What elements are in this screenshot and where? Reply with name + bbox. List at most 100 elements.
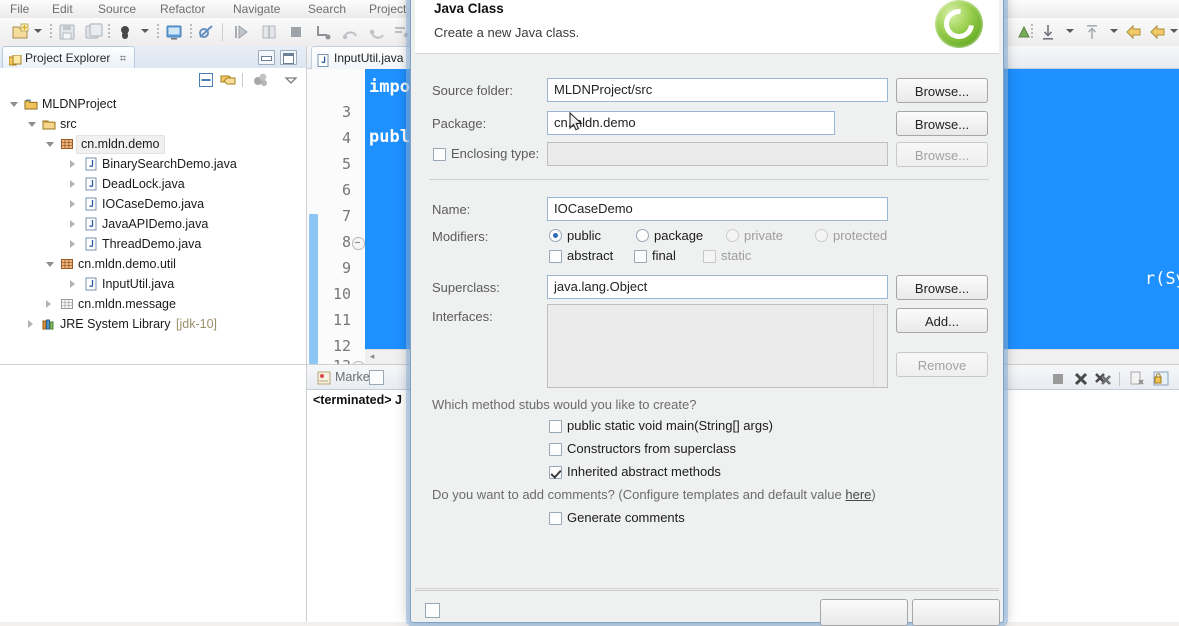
maximize-button[interactable] <box>280 50 297 65</box>
generate-comments-checkbox[interactable] <box>549 512 562 525</box>
scroll-lock-icon[interactable] <box>1152 370 1170 388</box>
interfaces-add-button[interactable]: Add... <box>896 308 988 333</box>
footer-next-button[interactable] <box>912 599 1000 626</box>
left-lower-panel <box>0 364 307 622</box>
toolbar-handle[interactable] <box>108 24 110 40</box>
link-with-editor-icon[interactable] <box>219 71 237 89</box>
source-folder-browse-button[interactable]: Browse... <box>896 78 988 103</box>
source-folder-input[interactable]: MLDNProject/src <box>547 78 888 102</box>
stub-main-checkbox[interactable] <box>549 420 562 433</box>
twisty-closed-icon[interactable] <box>70 240 75 248</box>
tree-item-java-file[interactable]: JavaAPIDemo.java <box>0 214 306 234</box>
close-icon[interactable]: ⌗ <box>120 53 126 65</box>
debug-icon[interactable] <box>115 22 135 42</box>
project-explorer-icon <box>8 52 22 66</box>
remove-launch-icon[interactable] <box>1072 370 1090 388</box>
forward-arrow-icon[interactable] <box>1148 22 1168 42</box>
new-wizard-icon[interactable] <box>10 22 30 42</box>
modifier-protected-radio[interactable] <box>815 229 828 242</box>
menu-item-source[interactable]: Source <box>98 0 136 18</box>
fold-collapse-icon[interactable] <box>352 237 365 250</box>
tree-item-java-file[interactable]: InputUtil.java <box>0 274 306 294</box>
twisty-closed-icon[interactable] <box>70 220 75 228</box>
tree-item-src[interactable]: src <box>0 114 306 134</box>
stub-inherited-checkbox[interactable] <box>549 466 562 479</box>
superclass-browse-button[interactable]: Browse... <box>896 275 988 300</box>
footer-checkbox[interactable] <box>425 603 440 618</box>
code-line: impo <box>369 77 410 97</box>
collapse-all-icon[interactable] <box>197 71 215 89</box>
toolbar-handle[interactable] <box>1031 24 1033 40</box>
package-browse-button[interactable]: Browse... <box>896 111 988 136</box>
tree-item-package-util[interactable]: cn.mldn.demo.util <box>0 254 306 274</box>
remove-all-terminated-icon[interactable] <box>1094 370 1112 388</box>
run-as-icon[interactable] <box>164 22 184 42</box>
scroll-left-icon[interactable]: ◂ <box>367 351 377 362</box>
name-value: IOCaseDemo <box>554 201 633 216</box>
toolbar-handle[interactable] <box>157 24 159 40</box>
twisty-closed-icon[interactable] <box>70 180 75 188</box>
dropdown-arrow-icon[interactable] <box>34 29 42 33</box>
tree-item-package-message[interactable]: cn.mldn.message <box>0 294 306 314</box>
menu-item-project[interactable]: Project <box>369 0 406 18</box>
tab-extra-box[interactable] <box>369 370 384 385</box>
modifier-package-radio[interactable] <box>636 229 649 242</box>
modifier-public-radio[interactable] <box>549 229 562 242</box>
enclosing-type-checkbox[interactable] <box>433 148 446 161</box>
tree-item-jre-library[interactable]: JRE System Library [jdk-10] <box>0 314 306 334</box>
dropdown-arrow-icon[interactable] <box>141 29 149 33</box>
minimize-button[interactable] <box>258 50 275 65</box>
tree-item-java-file[interactable]: ThreadDemo.java <box>0 234 306 254</box>
twisty-closed-icon[interactable] <box>46 300 51 308</box>
dropdown-arrow-icon[interactable] <box>1110 29 1118 33</box>
name-input[interactable]: IOCaseDemo <box>547 197 888 221</box>
step-down-icon[interactable] <box>1038 22 1058 42</box>
tree-item-java-file[interactable]: IOCaseDemo.java <box>0 194 306 214</box>
twisty-open-icon[interactable] <box>10 102 18 107</box>
save-all-icon[interactable] <box>84 22 104 42</box>
tab-label: InputUtil.java <box>334 51 404 65</box>
tree-item-label: DeadLock.java <box>102 177 185 191</box>
footer-back-button[interactable] <box>820 599 908 626</box>
configure-templates-link[interactable]: here <box>845 487 871 502</box>
tree-item-project[interactable]: MLDNProject <box>0 94 306 114</box>
enclosing-type-input[interactable] <box>547 142 888 166</box>
toolbar-handle[interactable] <box>190 24 192 40</box>
tree-item-package-demo[interactable]: cn.mldn.demo <box>0 134 306 154</box>
tree-item-java-file[interactable]: DeadLock.java <box>0 174 306 194</box>
view-menu-icon[interactable] <box>282 71 300 89</box>
menu-item-navigate[interactable]: Navigate <box>233 0 280 18</box>
menu-item-refactor[interactable]: Refactor <box>160 0 205 18</box>
save-icon[interactable] <box>57 22 77 42</box>
skip-breakpoints-icon[interactable] <box>196 22 216 42</box>
modifier-final-checkbox[interactable] <box>634 250 647 263</box>
twisty-open-icon[interactable] <box>46 142 54 147</box>
modifier-abstract-checkbox[interactable] <box>549 250 562 263</box>
twisty-closed-icon[interactable] <box>70 200 75 208</box>
stub-constructors-checkbox[interactable] <box>549 443 562 456</box>
menu-item-file[interactable]: File <box>10 0 29 18</box>
back-arrow-icon[interactable] <box>1124 22 1144 42</box>
tab-project-explorer[interactable]: Project Explorer ⌗ <box>2 46 135 69</box>
java-file-icon <box>317 52 329 67</box>
step-up-icon[interactable] <box>1082 22 1102 42</box>
twisty-closed-icon[interactable] <box>70 160 75 168</box>
tab-inpututil-java[interactable]: InputUtil.java <box>311 46 413 69</box>
twisty-open-icon[interactable] <box>46 262 54 267</box>
dropdown-arrow-icon[interactable] <box>1066 29 1074 33</box>
menu-item-edit[interactable]: Edit <box>52 0 73 18</box>
tree-item-java-file[interactable]: BinarySearchDemo.java <box>0 154 306 174</box>
twisty-closed-icon[interactable] <box>70 280 75 288</box>
menu-item-search[interactable]: Search <box>308 0 346 18</box>
interfaces-list[interactable] <box>547 304 888 388</box>
twisty-closed-icon[interactable] <box>28 320 33 328</box>
twisty-open-icon[interactable] <box>28 122 36 127</box>
line-number: 8 <box>341 233 351 251</box>
superclass-input[interactable]: java.lang.Object <box>547 275 888 299</box>
modifier-static-checkbox[interactable] <box>703 250 716 263</box>
package-input[interactable]: cn.mldn.demo <box>547 111 835 135</box>
dropdown-arrow-icon[interactable] <box>1170 29 1178 33</box>
modifier-private-radio[interactable] <box>726 229 739 242</box>
focus-on-active-task-icon[interactable] <box>252 71 270 89</box>
toolbar-handle[interactable] <box>50 24 52 40</box>
